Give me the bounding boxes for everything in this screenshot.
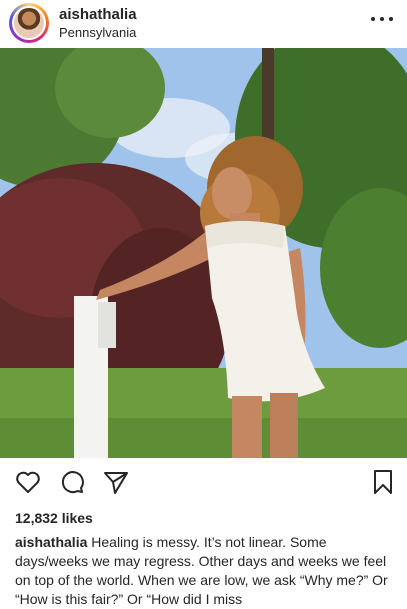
post-image[interactable] bbox=[0, 48, 407, 458]
story-ring[interactable] bbox=[9, 3, 49, 43]
bookmark-icon[interactable] bbox=[369, 468, 397, 496]
comment-icon[interactable] bbox=[58, 468, 86, 496]
more-options-icon[interactable] bbox=[371, 12, 393, 26]
avatar[interactable] bbox=[12, 6, 46, 40]
action-bar bbox=[0, 458, 407, 506]
heart-icon[interactable] bbox=[14, 468, 42, 496]
caption: aishathalia Healing is messy. It’s not l… bbox=[15, 533, 395, 609]
avatar-image bbox=[14, 8, 44, 38]
location[interactable]: Pennsylvania bbox=[59, 25, 136, 40]
likes-count[interactable]: 12,832 likes bbox=[15, 510, 93, 526]
paper-plane-icon[interactable] bbox=[102, 468, 130, 496]
post-header: aishathalia Pennsylvania bbox=[0, 0, 407, 48]
username[interactable]: aishathalia bbox=[59, 6, 137, 23]
caption-username[interactable]: aishathalia bbox=[15, 534, 87, 550]
